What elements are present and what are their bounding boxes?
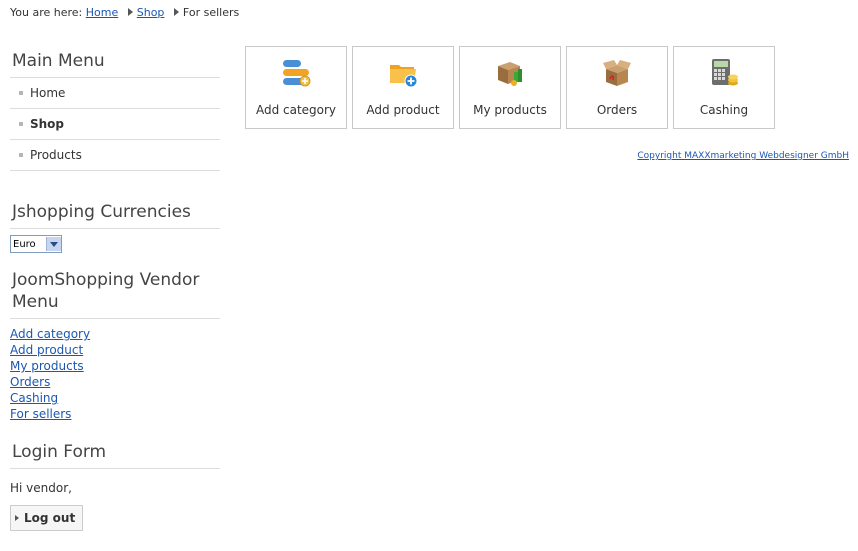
- breadcrumb-arrow-icon: [173, 8, 179, 16]
- vendor-menu: Add category Add product My products Ord…: [10, 326, 220, 422]
- vendor-link-add-product[interactable]: Add product: [10, 343, 83, 357]
- tile-label: My products: [473, 103, 547, 117]
- orders-icon: [603, 60, 631, 86]
- vendor-menu-item: My products: [10, 358, 220, 374]
- tile-cashing[interactable]: Cashing: [673, 46, 775, 129]
- currencies-title: Jshopping Currencies: [10, 199, 220, 229]
- currency-selected-value: Euro: [13, 238, 36, 250]
- vendor-menu-item: Cashing: [10, 390, 220, 406]
- vendor-link-my-products[interactable]: My products: [10, 359, 84, 373]
- main-menu-item-shop[interactable]: Shop: [10, 109, 220, 140]
- main-menu-item-products[interactable]: Products: [10, 140, 220, 171]
- main-menu-item-label: Shop: [30, 117, 65, 131]
- add-category-icon: [283, 60, 311, 87]
- vendor-menu-item: Add category: [10, 326, 220, 342]
- logout-button[interactable]: Log out: [10, 505, 84, 531]
- my-products-icon: [498, 62, 522, 86]
- chevron-down-icon[interactable]: [46, 237, 61, 251]
- breadcrumb-arrow-icon: [127, 8, 133, 16]
- vendor-menu-item: Orders: [10, 374, 220, 390]
- cashing-icon: [712, 59, 738, 86]
- login-form-title: Login Form: [10, 439, 220, 469]
- tile-add-product[interactable]: Add product: [352, 46, 454, 129]
- copyright-link[interactable]: Copyright MAXXmarketing Webdesigner GmbH: [637, 151, 849, 161]
- main-menu: Home Shop Products: [10, 78, 220, 171]
- logout-button-label: Log out: [24, 511, 76, 525]
- login-greeting: Hi vendor,: [10, 481, 72, 495]
- tile-my-products[interactable]: My products: [459, 46, 561, 129]
- main-menu-item-home[interactable]: Home: [10, 78, 220, 109]
- tile-label: Cashing: [699, 103, 749, 117]
- breadcrumb-link-home[interactable]: Home: [86, 6, 118, 19]
- add-product-icon: [390, 65, 418, 88]
- vendor-menu-item: Add product: [10, 342, 220, 358]
- main-menu-item-label: Home: [30, 86, 66, 100]
- vendor-link-add-category[interactable]: Add category: [10, 327, 90, 341]
- tile-label: Orders: [596, 103, 638, 117]
- bullet-icon: [19, 91, 23, 95]
- vendor-link-orders[interactable]: Orders: [10, 375, 50, 389]
- bullet-icon: [19, 153, 23, 157]
- vendor-tiles: Add category Add product My products Ord…: [245, 46, 780, 129]
- main-menu-title: Main Menu: [10, 48, 220, 78]
- breadcrumb-link-shop[interactable]: Shop: [137, 6, 165, 19]
- vendor-menu-title: JoomShopping Vendor Menu: [10, 267, 220, 319]
- currency-select[interactable]: Euro: [10, 235, 62, 253]
- tile-label: Add product: [366, 103, 440, 117]
- left-sidebar: Main Menu Home Shop Products Jshopping C…: [10, 48, 220, 531]
- breadcrumb: You are here: Home Shop For sellers: [10, 6, 239, 19]
- main-menu-item-label: Products: [30, 148, 82, 162]
- tile-add-category[interactable]: Add category: [245, 46, 347, 129]
- tile-orders[interactable]: Orders: [566, 46, 668, 129]
- bullet-icon: [19, 122, 23, 126]
- vendor-menu-item: For sellers: [10, 406, 220, 422]
- vendor-link-for-sellers[interactable]: For sellers: [10, 407, 71, 421]
- vendor-link-cashing[interactable]: Cashing: [10, 391, 58, 405]
- tile-label: Add category: [255, 103, 337, 117]
- chevron-right-icon: [15, 515, 19, 521]
- breadcrumb-current: For sellers: [182, 6, 240, 19]
- breadcrumb-prefix: You are here:: [10, 6, 83, 19]
